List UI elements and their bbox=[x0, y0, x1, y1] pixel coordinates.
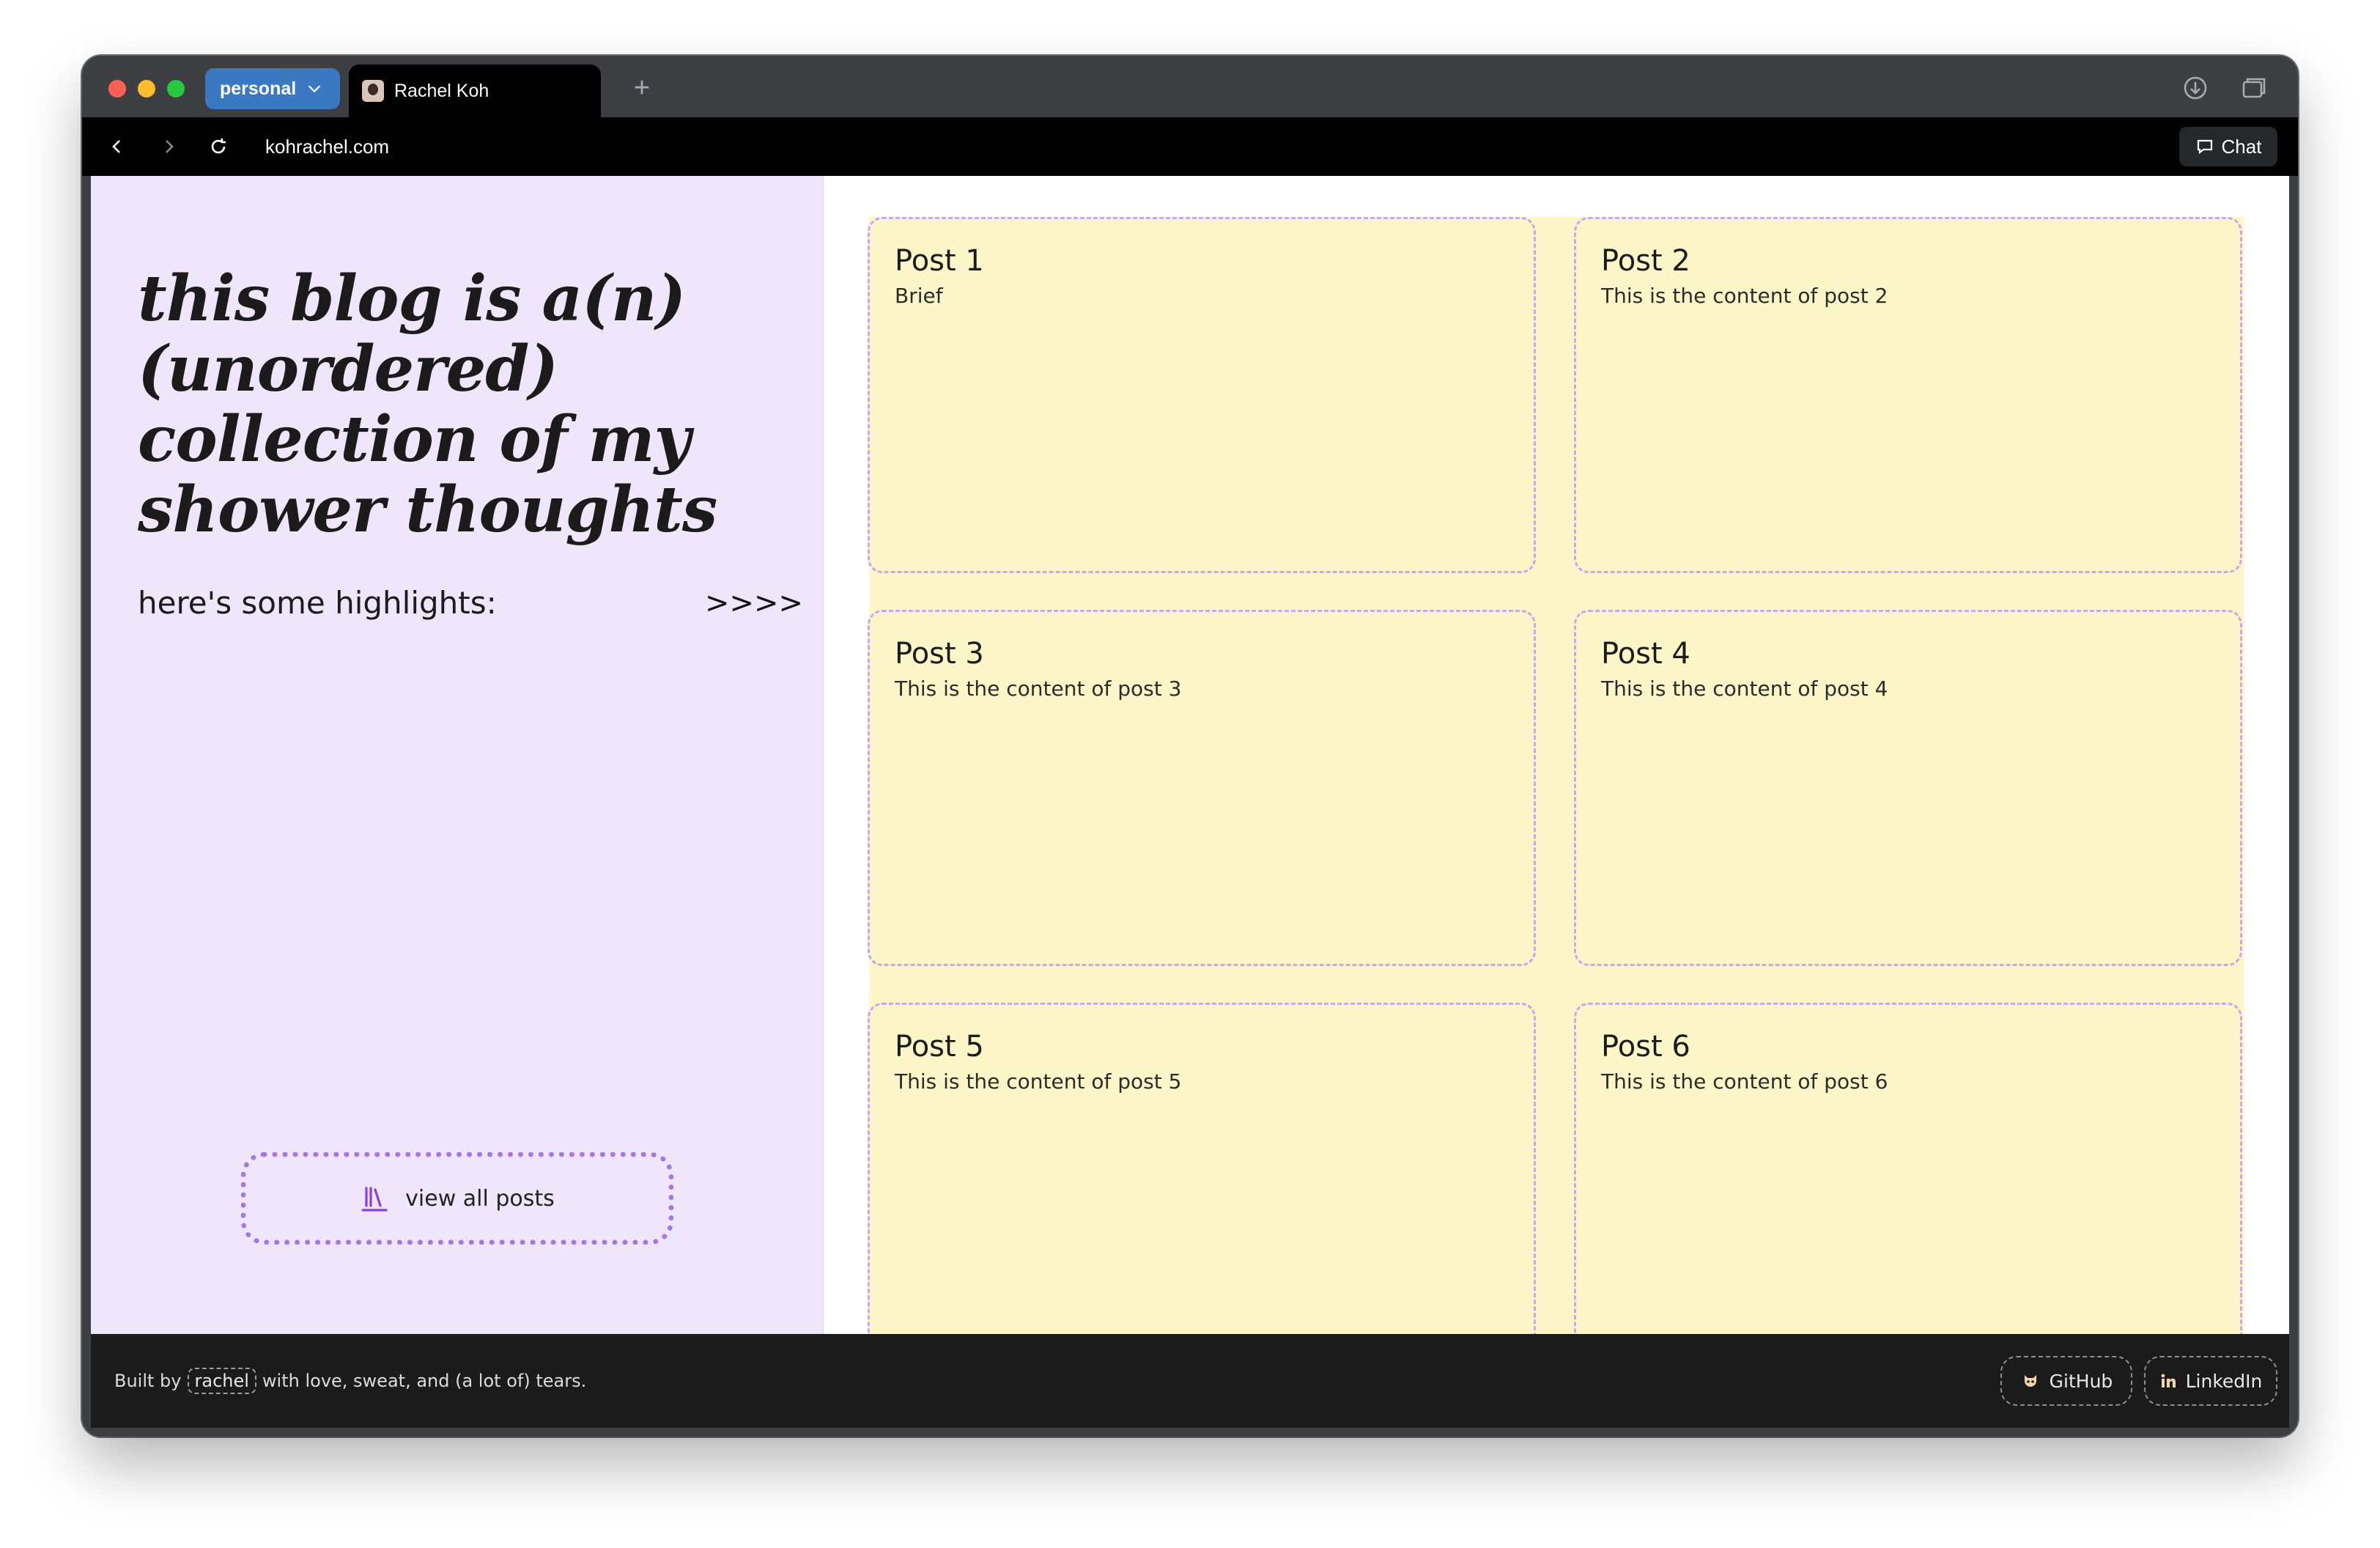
tab-overview-icon[interactable] bbox=[2239, 73, 2269, 103]
post-card[interactable]: Post 5 This is the content of post 5 bbox=[868, 1003, 1536, 1334]
profile-label: personal bbox=[220, 78, 297, 99]
footer-suffix: with love, sweat, and (a lot of) tears. bbox=[262, 1371, 587, 1391]
post-card[interactable]: Post 1 Brief bbox=[868, 217, 1536, 573]
chevron-down-icon bbox=[308, 85, 321, 93]
chat-bubble-icon bbox=[2197, 139, 2212, 155]
site-favicon-icon bbox=[362, 80, 384, 102]
post-body: This is the content of post 5 bbox=[895, 1069, 1182, 1094]
reload-icon bbox=[211, 139, 226, 154]
post-title: Post 4 bbox=[1601, 637, 1690, 671]
github-icon bbox=[2024, 1375, 2036, 1387]
tab-title: Rachel Koh bbox=[394, 80, 489, 101]
post-body: This is the content of post 6 bbox=[1601, 1069, 1888, 1094]
chat-label: Chat bbox=[2221, 135, 2262, 158]
back-icon bbox=[112, 140, 120, 153]
arrows-indicator: >>>> bbox=[705, 586, 804, 620]
forward-button[interactable] bbox=[154, 132, 183, 161]
linkedin-link[interactable]: LinkedIn bbox=[2144, 1356, 2277, 1406]
address-bar[interactable]: kohrachel.com bbox=[265, 132, 389, 161]
back-button[interactable] bbox=[103, 132, 132, 161]
footer-prefix: Built by bbox=[114, 1371, 182, 1391]
zoom-window-button[interactable] bbox=[167, 80, 185, 97]
linkedin-label: LinkedIn bbox=[2185, 1370, 2263, 1392]
page-headline: this blog is a(n) (unordered) collection… bbox=[138, 262, 717, 547]
intro-panel: this blog is a(n) (unordered) collection… bbox=[91, 176, 824, 1334]
browser-window: personal Rachel Koh + kohrachel.com Chat bbox=[82, 56, 2298, 1437]
post-body: This is the content of post 2 bbox=[1601, 284, 1888, 308]
forward-icon bbox=[166, 140, 174, 153]
footer-credit: Built by rachel with love, sweat, and (a… bbox=[114, 1368, 586, 1394]
posts-panel: Post 1 Brief Post 2 This is the content … bbox=[824, 176, 2289, 1334]
post-title: Post 3 bbox=[895, 637, 984, 671]
view-all-posts-label: view all posts bbox=[405, 1185, 555, 1212]
download-icon[interactable] bbox=[2181, 73, 2210, 103]
close-window-button[interactable] bbox=[108, 80, 126, 97]
linkedin-icon bbox=[2161, 1374, 2176, 1387]
post-card[interactable]: Post 3 This is the content of post 3 bbox=[868, 610, 1536, 966]
post-card[interactable]: Post 4 This is the content of post 4 bbox=[1574, 610, 2242, 966]
view-all-posts-button[interactable]: view all posts bbox=[241, 1152, 673, 1245]
post-title: Post 2 bbox=[1601, 244, 1690, 278]
post-body: This is the content of post 3 bbox=[895, 677, 1182, 701]
profile-switcher[interactable]: personal bbox=[205, 68, 340, 109]
books-icon bbox=[361, 1187, 388, 1212]
post-body: Brief bbox=[895, 284, 943, 308]
reload-button[interactable] bbox=[204, 132, 233, 161]
tab-active[interactable]: Rachel Koh bbox=[349, 64, 601, 117]
post-body: This is the content of post 4 bbox=[1601, 677, 1888, 701]
post-title: Post 6 bbox=[1601, 1030, 1690, 1064]
author-link[interactable]: rachel bbox=[187, 1368, 256, 1394]
page-content: this blog is a(n) (unordered) collection… bbox=[91, 176, 2289, 1334]
post-card[interactable]: Post 6 This is the content of post 6 bbox=[1574, 1003, 2242, 1334]
browser-toolbar: kohrachel.com Chat bbox=[82, 117, 2298, 176]
post-title: Post 5 bbox=[895, 1030, 984, 1064]
chat-button[interactable]: Chat bbox=[2179, 127, 2277, 166]
github-link[interactable]: GitHub bbox=[2000, 1356, 2132, 1406]
github-label: GitHub bbox=[2049, 1370, 2113, 1392]
site-footer: Built by rachel with love, sweat, and (a… bbox=[91, 1334, 2289, 1428]
post-title: Post 1 bbox=[895, 244, 984, 278]
highlights-label: here's some highlights: bbox=[138, 585, 497, 621]
minimize-window-button[interactable] bbox=[138, 80, 155, 97]
tab-strip: personal Rachel Koh + bbox=[82, 56, 2298, 117]
new-tab-button[interactable]: + bbox=[624, 72, 659, 107]
post-card[interactable]: Post 2 This is the content of post 2 bbox=[1574, 217, 2242, 573]
